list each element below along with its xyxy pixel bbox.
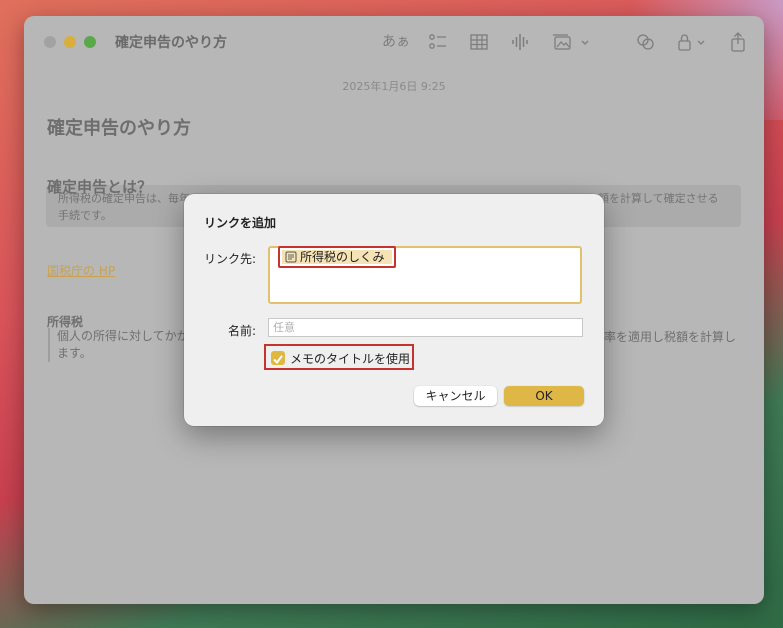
media-button[interactable] [552, 32, 590, 52]
lock-button[interactable] [676, 32, 710, 52]
note-icon [285, 251, 297, 263]
title-bar: 確定申告のやり方 あぁ [24, 16, 764, 70]
checkmark-icon [273, 355, 283, 365]
collaborate-button[interactable] [635, 32, 657, 52]
name-input[interactable]: 任意 [268, 318, 583, 337]
note-date: 2025年1月6日 9:25 [342, 80, 446, 93]
audio-button[interactable] [510, 32, 530, 52]
use-note-title-label: メモのタイトルを使用 [290, 352, 411, 366]
name-label: 名前: [228, 324, 257, 338]
note-title: 確定申告のやり方 [47, 118, 191, 139]
close-window-button[interactable] [44, 36, 56, 48]
paragraph-line-end: 額を計算して確定させる [598, 192, 719, 205]
photo-icon [553, 34, 589, 50]
waveform-icon [512, 34, 528, 50]
link-destination-label: リンク先: [204, 252, 257, 266]
table-icon [470, 34, 488, 50]
nta-link[interactable]: 国税庁の HP [47, 262, 115, 279]
quote-bar [48, 328, 50, 362]
paragraph-line: ます。 [57, 346, 92, 360]
linked-note-title: 所得税のしくみ [300, 250, 385, 264]
paragraph-line-end: 率を適用し税額を計算し [604, 330, 737, 344]
paragraph-line: 手続です。 [58, 209, 112, 222]
share-icon [731, 32, 745, 52]
add-link-dialog: リンクを追加 リンク先: 所得税のしくみ 名前: 任意 メモのタイトルを使用 キ… [184, 194, 604, 426]
paragraph-definition: 所得税の確定申告は、毎年 手続です。 [58, 190, 190, 224]
paragraph-line: 所得税の確定申告は、毎年 [58, 192, 190, 205]
cancel-button[interactable]: キャンセル [414, 386, 497, 406]
window-title: 確定申告のやり方 [115, 35, 227, 51]
checklist-button[interactable] [428, 32, 448, 52]
format-text-label: あぁ [382, 34, 410, 50]
table-button[interactable] [469, 32, 489, 52]
linked-note-chip-body: 所得税のしくみ [282, 250, 392, 264]
minimize-window-button[interactable] [64, 36, 76, 48]
share-button[interactable] [728, 32, 748, 52]
ok-button[interactable]: OK [504, 386, 584, 406]
name-placeholder: 任意 [273, 321, 295, 334]
collaborate-icon [637, 34, 654, 50]
use-note-title-checkbox[interactable] [271, 351, 285, 365]
linked-note-chip[interactable]: 所得税のしくみ [278, 246, 396, 268]
lock-icon [678, 34, 705, 51]
paragraph-line: 個人の所得に対してかか [57, 329, 189, 343]
zoom-window-button[interactable] [84, 36, 96, 48]
checklist-icon [429, 34, 446, 49]
use-note-title-option[interactable]: メモのタイトルを使用 [264, 344, 414, 370]
format-text-button[interactable]: あぁ [382, 32, 410, 52]
paragraph-income-tax: 個人の所得に対してかか ます。 [57, 328, 189, 362]
dialog-title: リンクを追加 [204, 216, 277, 230]
